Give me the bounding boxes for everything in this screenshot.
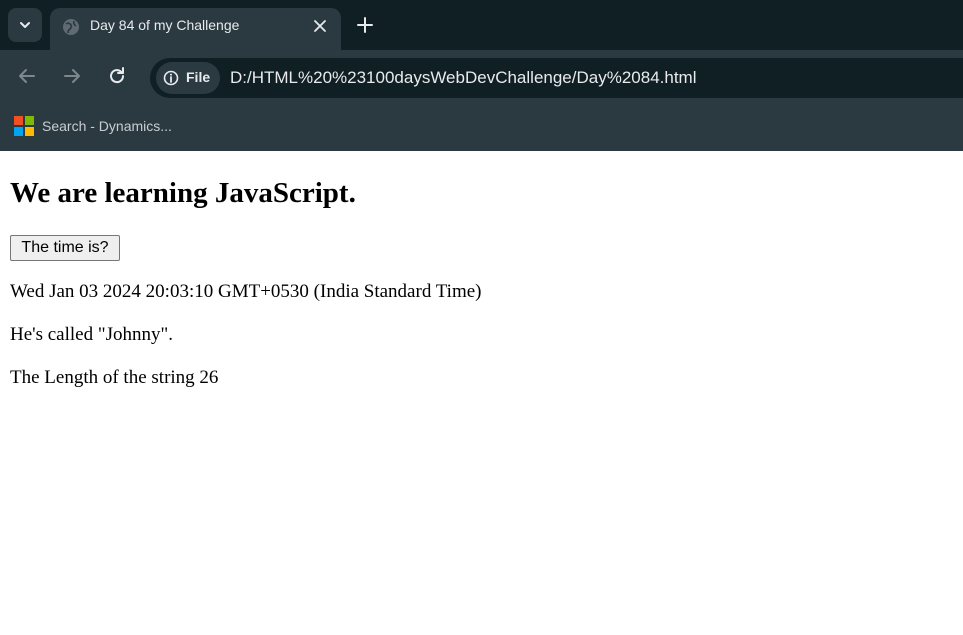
microsoft-logo-icon [14,116,34,136]
back-arrow-icon[interactable] [16,65,38,87]
bookmarks-bar: Search - Dynamics... [0,100,963,151]
globe-icon [63,19,79,35]
close-icon[interactable] [312,18,328,34]
browser-toolbar: File D:/HTML%20%23100daysWebDevChallenge… [0,50,963,100]
bookmark-item[interactable]: Search - Dynamics... [14,115,172,137]
chevron-down-icon [20,22,30,28]
site-info-chip[interactable]: File [156,62,220,94]
page-content: We are learning JavaScript. The time is?… [0,151,963,635]
tab-title: Day 84 of my Challenge [90,17,240,33]
quote-text: He's called "Johnny". [10,324,173,345]
active-tab[interactable]: Day 84 of my Challenge [50,8,341,50]
forward-arrow-icon[interactable] [61,65,83,87]
page-heading: We are learning JavaScript. [10,177,356,209]
bookmark-label: Search - Dynamics... [42,118,172,134]
reload-icon[interactable] [106,65,128,87]
tab-search-button[interactable] [8,8,42,42]
scheme-label: File [186,69,211,85]
date-output: Wed Jan 03 2024 20:03:10 GMT+0530 (India… [10,281,482,302]
tab-strip: Day 84 of my Challenge [0,0,963,50]
string-length-text: The Length of the string 26 [10,367,219,388]
address-bar[interactable]: File D:/HTML%20%23100daysWebDevChallenge… [150,58,963,98]
url-text[interactable]: D:/HTML%20%23100daysWebDevChallenge/Day%… [230,68,697,88]
info-icon [163,70,179,86]
new-tab-plus-icon[interactable] [355,15,375,35]
time-button[interactable]: The time is? [10,235,120,261]
